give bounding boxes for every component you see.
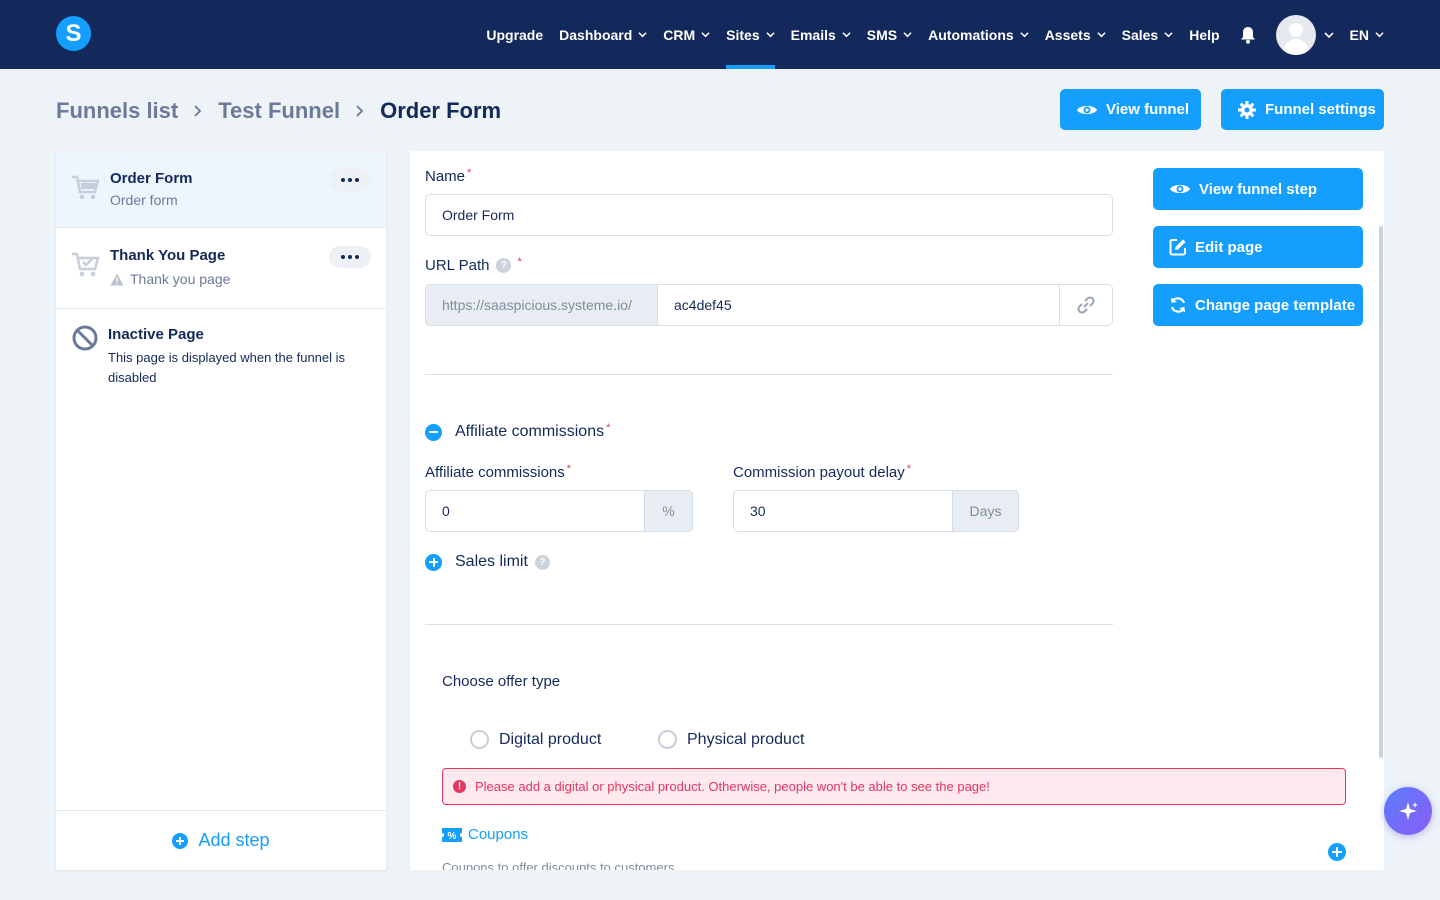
divider	[425, 374, 1113, 375]
percent-addon: %	[644, 490, 693, 532]
step-thank-you-page[interactable]: Thank You Page Thank you page	[56, 228, 386, 309]
payout-delay-label: Commission payout delay *	[733, 462, 912, 482]
logo-icon[interactable]: S	[56, 16, 91, 51]
page-bottom-mask	[410, 870, 1384, 900]
divider	[425, 624, 1113, 625]
chevron-down-icon	[638, 32, 647, 38]
nav-item-sales[interactable]: Sales	[1122, 0, 1174, 69]
ai-assistant-button[interactable]	[1384, 787, 1432, 835]
nav-item-sms[interactable]: SMS	[867, 0, 912, 69]
sparkle-icon	[1399, 802, 1418, 820]
view-funnel-button[interactable]: View funnel	[1060, 89, 1201, 130]
cart-check-icon	[72, 252, 100, 277]
nav-item-sites[interactable]: Sites	[726, 0, 776, 69]
minus-circle-icon	[425, 423, 442, 441]
help-icon[interactable]: ?	[534, 554, 550, 570]
affiliate-commissions-input[interactable]: 0	[425, 490, 645, 532]
svg-text:%: %	[448, 831, 457, 842]
url-prefix: https://saaspicious.systeme.io/	[425, 284, 658, 326]
offer-type-label: Choose offer type	[442, 673, 561, 690]
nav-item-crm[interactable]: CRM	[663, 0, 710, 69]
funnel-settings-button[interactable]: Funnel settings	[1221, 89, 1384, 130]
error-icon: !	[453, 780, 466, 793]
bell-icon[interactable]	[1238, 25, 1258, 45]
chevron-down-icon	[1375, 32, 1384, 38]
payout-delay-input[interactable]: 30	[733, 490, 953, 532]
refresh-icon	[1170, 297, 1186, 313]
breadcrumb: Funnels list Test Funnel Order Form	[56, 96, 501, 126]
chevron-down-icon	[903, 32, 912, 38]
radio-digital-product[interactable]: Digital product	[470, 730, 601, 749]
eye-icon	[1170, 184, 1190, 194]
edit-page-button[interactable]: Edit page	[1153, 226, 1363, 268]
nav-item-dashboard[interactable]: Dashboard	[559, 0, 647, 69]
gear-icon	[1238, 100, 1256, 119]
chevron-right-icon	[356, 105, 364, 117]
chevron-down-icon	[842, 32, 851, 38]
chevron-down-icon	[1020, 32, 1029, 38]
plus-circle-icon	[172, 832, 189, 849]
copy-link-button[interactable]	[1059, 284, 1113, 326]
disabled-icon	[72, 325, 98, 351]
step-order-form[interactable]: Order Form Order form	[56, 151, 386, 228]
avatar[interactable]	[1275, 14, 1316, 55]
chevron-down-icon	[766, 32, 775, 38]
affiliate-commissions-toggle[interactable]: Affiliate commissions *	[425, 422, 610, 441]
radio-button[interactable]	[658, 730, 677, 749]
help-icon[interactable]: ?	[496, 258, 512, 273]
add-coupon-button[interactable]	[1328, 843, 1346, 861]
chevron-down-icon	[1164, 32, 1173, 38]
top-nav: S Upgrade Dashboard CRM Sites Emails SMS…	[0, 0, 1440, 69]
add-step-button[interactable]: Add step	[56, 810, 386, 870]
nav-menu: Upgrade Dashboard CRM Sites Emails SMS A…	[470, 0, 1440, 69]
nav-item-automations[interactable]: Automations	[928, 0, 1029, 69]
chevron-down-icon	[1097, 32, 1106, 38]
eye-icon	[1077, 105, 1097, 114]
name-input[interactable]: Order Form	[425, 194, 1113, 236]
view-funnel-step-button[interactable]: View funnel step	[1153, 168, 1363, 210]
scrollbar[interactable]	[1379, 226, 1383, 758]
language-selector[interactable]: EN	[1350, 0, 1384, 69]
plus-circle-icon	[425, 553, 442, 571]
step-menu-button[interactable]	[329, 169, 371, 191]
error-alert: ! Please add a digital or physical produ…	[442, 768, 1346, 805]
name-label: Name *	[425, 166, 472, 186]
coupons-link[interactable]: % Coupons	[442, 826, 528, 843]
nav-item-assets[interactable]: Assets	[1045, 0, 1106, 69]
breadcrumb-test-funnel[interactable]: Test Funnel	[218, 98, 340, 124]
step-menu-button[interactable]	[329, 246, 371, 268]
nav-item-help[interactable]: Help	[1189, 0, 1219, 69]
edit-icon	[1169, 239, 1186, 256]
warning-icon	[110, 273, 124, 285]
chevron-right-icon	[194, 105, 202, 117]
coupon-icon: %	[442, 827, 462, 842]
days-addon: Days	[952, 490, 1019, 532]
sales-limit-toggle[interactable]: Sales limit ?	[425, 553, 550, 571]
breadcrumb-funnels-list[interactable]: Funnels list	[56, 98, 178, 124]
radio-button[interactable]	[470, 730, 489, 749]
nav-item-emails[interactable]: Emails	[791, 0, 851, 69]
change-page-template-button[interactable]: Change page template	[1153, 284, 1363, 326]
nav-item-upgrade[interactable]: Upgrade	[486, 0, 543, 69]
radio-physical-product[interactable]: Physical product	[658, 730, 804, 749]
funnel-steps-sidebar: Order Form Order form Thank You Page Tha…	[56, 151, 386, 870]
link-icon	[1077, 296, 1095, 314]
url-path-input[interactable]: ac4def45	[657, 284, 1060, 326]
affiliate-commissions-label: Affiliate commissions *	[425, 462, 572, 482]
chevron-down-icon	[701, 32, 710, 38]
cart-icon	[72, 175, 100, 200]
chevron-down-icon[interactable]	[1323, 30, 1334, 40]
page-title: Order Form	[380, 98, 502, 123]
step-inactive-page[interactable]: Inactive Page This page is displayed whe…	[56, 309, 386, 399]
url-path-label: URL Path? *	[425, 255, 522, 275]
